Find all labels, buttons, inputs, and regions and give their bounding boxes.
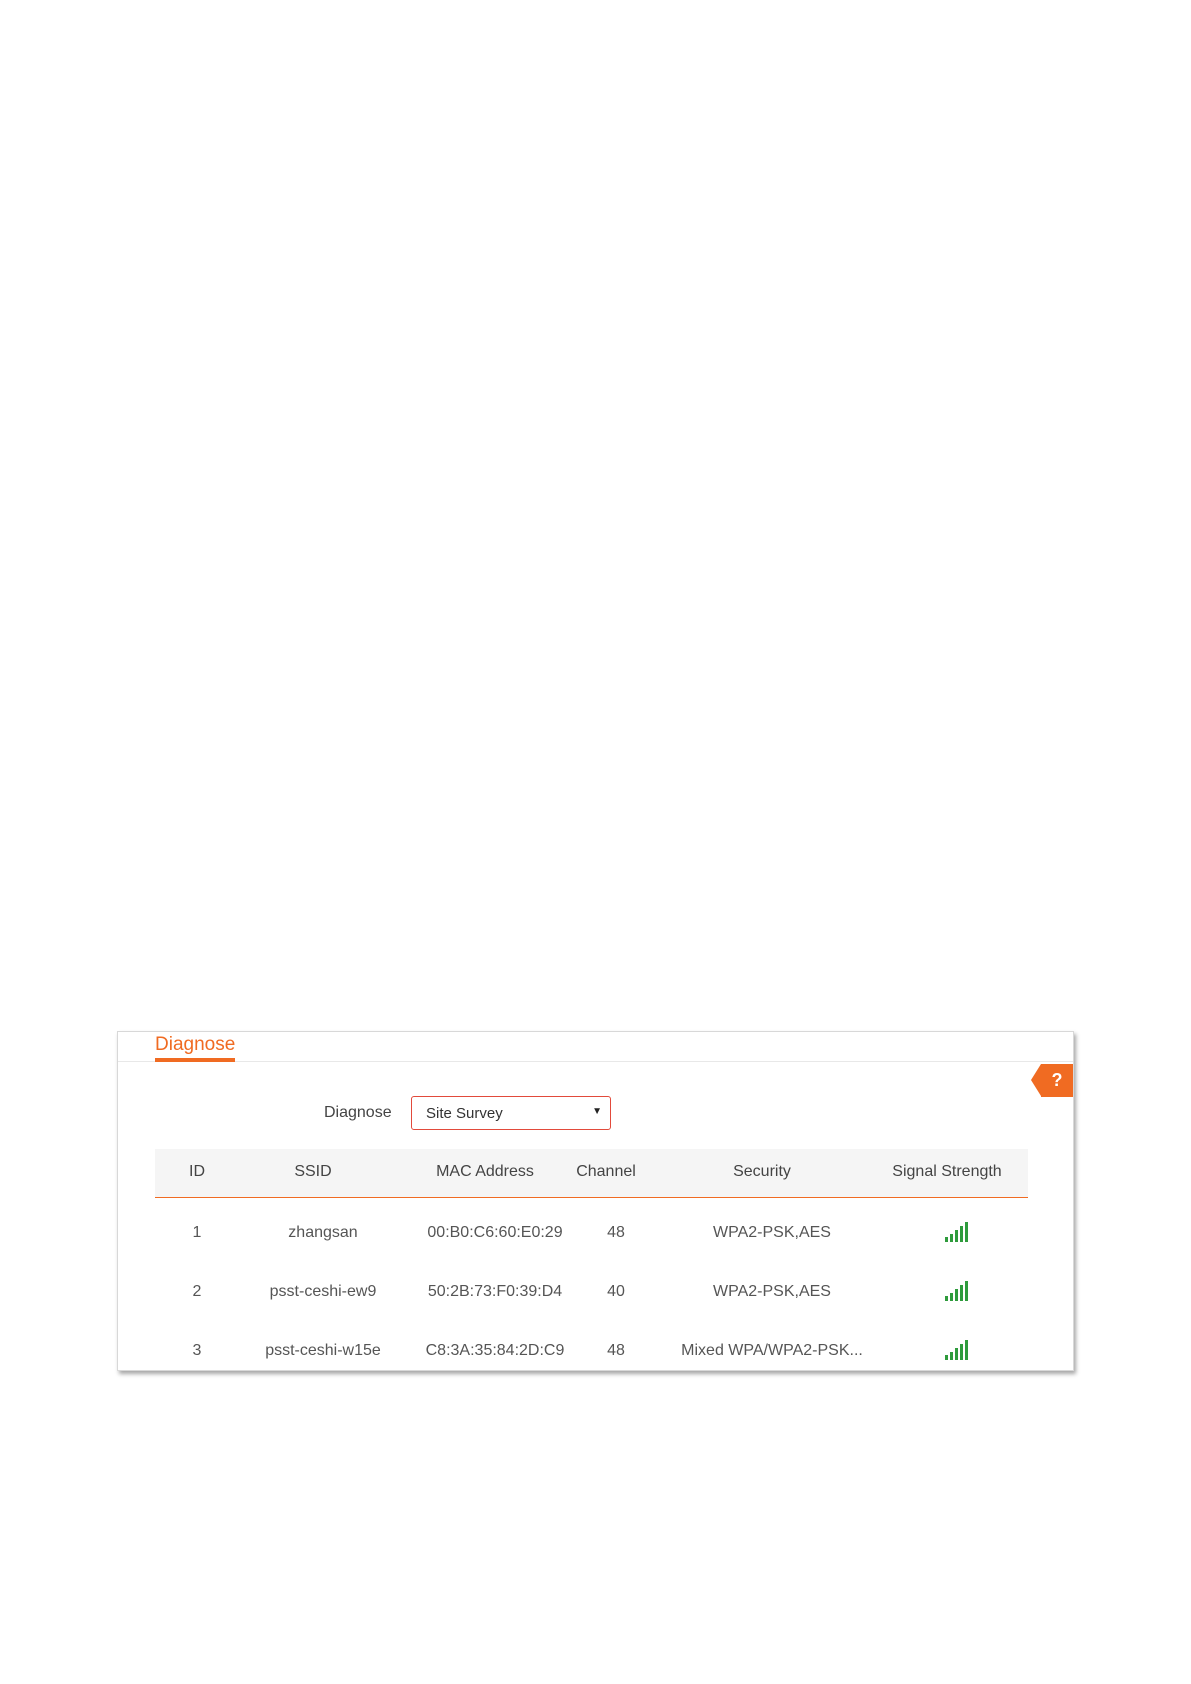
cell-ssid: psst-ceshi-w15e — [265, 1342, 381, 1359]
site-survey-table: ID SSID MAC Address Channel Security Sig… — [155, 1149, 1028, 1375]
cell-id: 3 — [192, 1342, 202, 1359]
table-row[interactable]: 2 psst-ceshi-ew9 50:2B:73:F0:39:D4 40 WP… — [155, 1257, 1028, 1316]
cell-security: WPA2-PSK,AES — [713, 1283, 831, 1300]
table-row[interactable]: 1 zhangsan 00:B0:C6:60:E0:29 48 WPA2-PSK… — [155, 1198, 1028, 1257]
column-header-signal-strength: Signal Strength — [892, 1163, 1002, 1180]
table-header: ID SSID MAC Address Channel Security Sig… — [155, 1149, 1028, 1198]
cell-channel: 48 — [607, 1342, 625, 1359]
panel-header: Diagnose — [118, 1032, 1073, 1062]
signal-bars-icon — [945, 1222, 973, 1242]
diagnose-panel: Diagnose ? Diagnose Site Survey ▼ ID SSI… — [117, 1031, 1074, 1371]
table-row[interactable]: 3 psst-ceshi-w15e C8:3A:35:84:2D:C9 48 M… — [155, 1316, 1028, 1375]
signal-bars-icon — [945, 1281, 973, 1301]
panel-title-tab[interactable]: Diagnose — [155, 1034, 236, 1062]
diagnose-label: Diagnose — [324, 1104, 392, 1121]
cell-channel: 40 — [607, 1283, 625, 1300]
cell-mac-address: 50:2B:73:F0:39:D4 — [427, 1283, 563, 1300]
cell-ssid: zhangsan — [288, 1224, 358, 1241]
chevron-down-icon: ▼ — [592, 1106, 602, 1117]
column-header-mac-address: MAC Address — [436, 1163, 534, 1180]
cell-security: Mixed WPA/WPA2-PSK... — [681, 1342, 863, 1359]
diagnose-select-value: Site Survey — [426, 1105, 503, 1122]
column-header-channel: Channel — [576, 1163, 636, 1180]
cell-security: WPA2-PSK,AES — [713, 1224, 831, 1241]
cell-channel: 48 — [607, 1224, 625, 1241]
column-header-id: ID — [189, 1163, 205, 1180]
help-icon[interactable]: ? — [1031, 1064, 1073, 1097]
column-header-ssid: SSID — [294, 1163, 332, 1180]
cell-id: 1 — [192, 1224, 202, 1241]
signal-bars-icon — [945, 1340, 973, 1360]
column-header-security: Security — [733, 1163, 791, 1180]
cell-mac-address: 00:B0:C6:60:E0:29 — [427, 1224, 563, 1241]
diagnose-select[interactable]: Site Survey ▼ — [411, 1096, 611, 1130]
cell-id: 2 — [192, 1283, 202, 1300]
cell-ssid: psst-ceshi-ew9 — [269, 1283, 377, 1300]
cell-mac-address: C8:3A:35:84:2D:C9 — [425, 1342, 565, 1359]
